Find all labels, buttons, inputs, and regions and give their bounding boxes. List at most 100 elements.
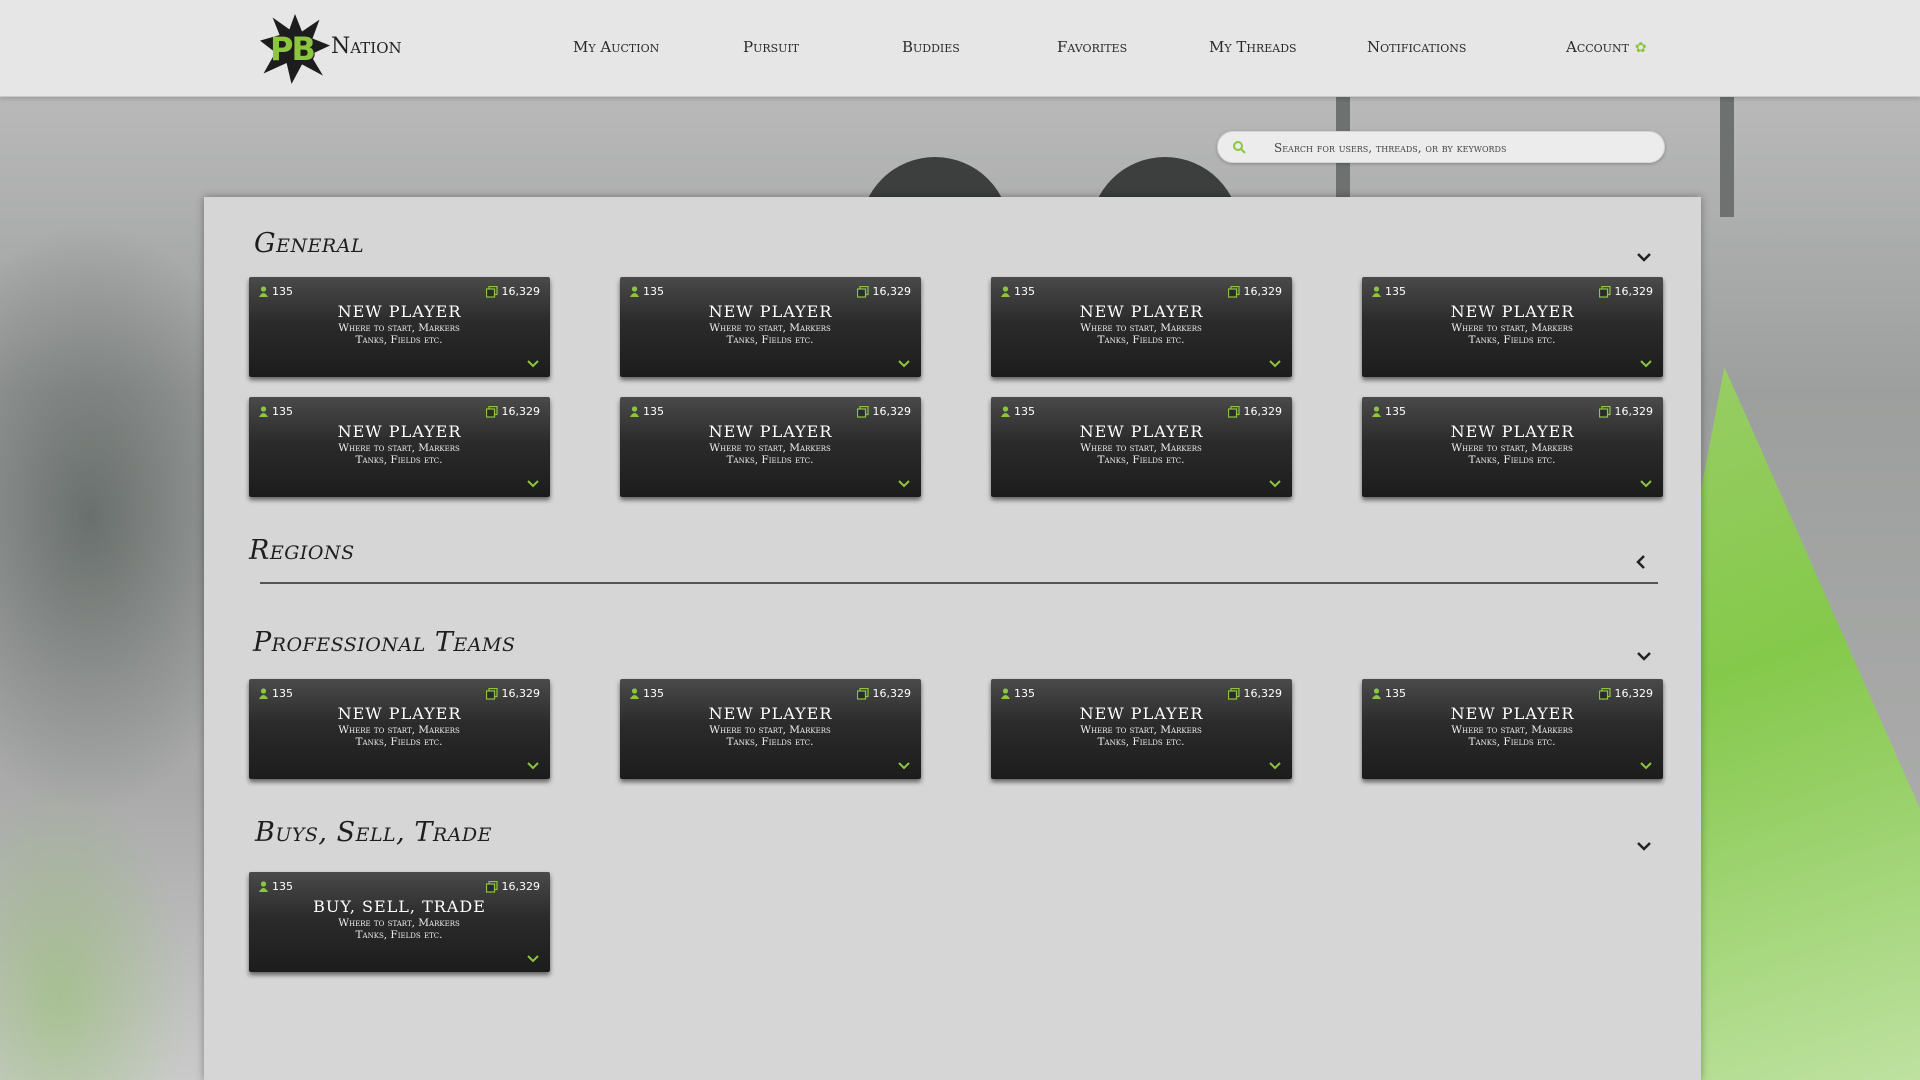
post-count-value: 16,329	[501, 285, 541, 298]
chevron-down-icon[interactable]	[897, 479, 911, 489]
user-count: 135	[630, 285, 664, 298]
card-desc-line: Tanks, Fields etc.	[355, 334, 443, 346]
forum-card[interactable]: 135 16,329 NEW PLAYER Where to start, Ma…	[249, 397, 550, 497]
chevron-down-icon[interactable]	[1634, 247, 1654, 267]
section-title-professional-teams: Professional Teams	[253, 627, 516, 658]
posts-icon	[485, 687, 498, 700]
nav-favorites[interactable]: Favorites	[1057, 38, 1127, 56]
post-count-value: 16,329	[1243, 687, 1283, 700]
card-description: Where to start, Markers Tanks, Fields etc…	[309, 917, 489, 941]
card-desc-line: Tanks, Fields etc.	[1097, 334, 1185, 346]
card-description: Where to start, Markers Tanks, Fields etc…	[309, 322, 489, 346]
nav-buddies[interactable]: Buddies	[902, 38, 960, 56]
post-count: 16,329	[485, 405, 540, 418]
chevron-down-icon[interactable]	[1268, 359, 1282, 369]
post-count: 16,329	[856, 285, 912, 298]
user-count: 135	[1372, 687, 1406, 700]
user-icon	[259, 881, 268, 892]
user-icon	[630, 286, 639, 297]
posts-icon	[485, 285, 498, 298]
post-count: 16,329	[1598, 285, 1653, 298]
chevron-left-icon[interactable]	[1631, 552, 1651, 572]
user-icon	[1372, 406, 1381, 417]
card-title: NEW PLAYER	[1450, 302, 1575, 321]
search-input[interactable]	[1274, 137, 1644, 159]
user-count: 135	[259, 687, 293, 700]
user-icon	[1372, 286, 1381, 297]
post-count: 16,329	[1598, 687, 1653, 700]
forum-card[interactable]: 135 16,329 NEW PLAYER Where to start, Ma…	[620, 277, 921, 377]
user-count: 135	[1001, 687, 1035, 700]
chevron-down-icon[interactable]	[1639, 761, 1653, 771]
forum-card[interactable]: 135 16,329 NEW PLAYER Where to start, Ma…	[991, 397, 1292, 497]
post-count: 16,329	[1227, 405, 1282, 418]
card-desc-line: Tanks, Fields etc.	[1468, 334, 1556, 346]
posts-icon	[1227, 285, 1240, 298]
user-count: 135	[1372, 285, 1406, 298]
posts-icon	[485, 880, 498, 893]
chevron-down-icon[interactable]	[897, 359, 911, 369]
nav-account-label: Account	[1566, 38, 1629, 56]
nav-my-threads[interactable]: My Threads	[1209, 38, 1297, 56]
forum-card[interactable]: 135 16,329 NEW PLAYER Where to start, Ma…	[1362, 397, 1663, 497]
card-title: NEW PLAYER	[708, 422, 833, 441]
card-title: NEW PLAYER	[708, 704, 833, 723]
card-description: Where to start, Markers Tanks, Fields etc…	[1051, 724, 1231, 748]
card-desc-line: Where to start, Markers	[1451, 442, 1573, 454]
user-icon	[1001, 286, 1010, 297]
card-description: Where to start, Markers Tanks, Fields etc…	[680, 322, 860, 346]
card-description: Where to start, Markers Tanks, Fields etc…	[1051, 322, 1231, 346]
user-count-value: 135	[272, 687, 293, 700]
card-desc-line: Tanks, Fields etc.	[1468, 454, 1556, 466]
post-count: 16,329	[1598, 405, 1653, 418]
chevron-down-icon[interactable]	[1634, 836, 1654, 856]
chevron-down-icon[interactable]	[526, 359, 540, 369]
chevron-down-icon[interactable]	[526, 761, 540, 771]
card-desc-line: Tanks, Fields etc.	[355, 736, 443, 748]
user-count: 135	[1001, 405, 1035, 418]
user-icon	[630, 406, 639, 417]
forum-card[interactable]: 135 16,329 NEW PLAYER Where to start, Ma…	[1362, 277, 1663, 377]
post-count: 16,329	[485, 285, 541, 298]
user-icon	[259, 688, 268, 699]
forum-card[interactable]: 135 16,329 NEW PLAYER Where to start, Ma…	[991, 277, 1292, 377]
forum-card[interactable]: 135 16,329 NEW PLAYER Where to start, Ma…	[620, 679, 921, 779]
card-desc-line: Tanks, Fields etc.	[1097, 454, 1185, 466]
forum-card[interactable]: 135 16,329 NEW PLAYER Where to start, Ma…	[991, 679, 1292, 779]
posts-icon	[856, 285, 869, 298]
post-count-value: 16,329	[501, 687, 541, 700]
card-desc-line: Where to start, Markers	[338, 724, 460, 736]
nav-notifications[interactable]: Notifications	[1367, 38, 1466, 56]
chevron-down-icon[interactable]	[1639, 479, 1653, 489]
forum-card[interactable]: 135 16,329 BUY, SELL, TRADE Where to sta…	[249, 872, 550, 972]
forum-card[interactable]: 135 16,329 NEW PLAYER Where to start, Ma…	[249, 277, 550, 377]
chevron-down-icon[interactable]	[897, 761, 911, 771]
nav-pursuit[interactable]: Pursuit	[743, 38, 799, 56]
user-icon	[630, 688, 639, 699]
forum-card[interactable]: 135 16,329 NEW PLAYER Where to start, Ma…	[249, 679, 550, 779]
search-bar	[1217, 131, 1665, 163]
chevron-down-icon[interactable]	[526, 479, 540, 489]
nav-my-auction[interactable]: My Auction	[573, 38, 659, 56]
post-count-value: 16,329	[872, 285, 912, 298]
top-header: PB Nation My Auction Pursuit Buddies Fav…	[0, 0, 1920, 97]
card-desc-line: Where to start, Markers	[709, 322, 831, 334]
chevron-down-icon[interactable]	[526, 954, 540, 964]
chevron-down-icon[interactable]	[1634, 646, 1654, 666]
post-count: 16,329	[856, 687, 912, 700]
post-count: 16,329	[1227, 285, 1282, 298]
nav-account[interactable]: Account ✿	[1566, 38, 1647, 56]
card-desc-line: Tanks, Fields etc.	[726, 736, 814, 748]
chevron-down-icon[interactable]	[1639, 359, 1653, 369]
forum-card[interactable]: 135 16,329 NEW PLAYER Where to start, Ma…	[1362, 679, 1663, 779]
card-description: Where to start, Markers Tanks, Fields etc…	[309, 724, 489, 748]
chevron-down-icon[interactable]	[1268, 761, 1282, 771]
forum-card[interactable]: 135 16,329 NEW PLAYER Where to start, Ma…	[620, 397, 921, 497]
post-count-value: 16,329	[872, 687, 912, 700]
posts-icon	[1227, 687, 1240, 700]
chevron-down-icon[interactable]	[1268, 479, 1282, 489]
section-title-general: General	[254, 228, 365, 259]
posts-icon	[1598, 285, 1611, 298]
posts-icon	[485, 405, 498, 418]
post-count-value: 16,329	[872, 405, 912, 418]
